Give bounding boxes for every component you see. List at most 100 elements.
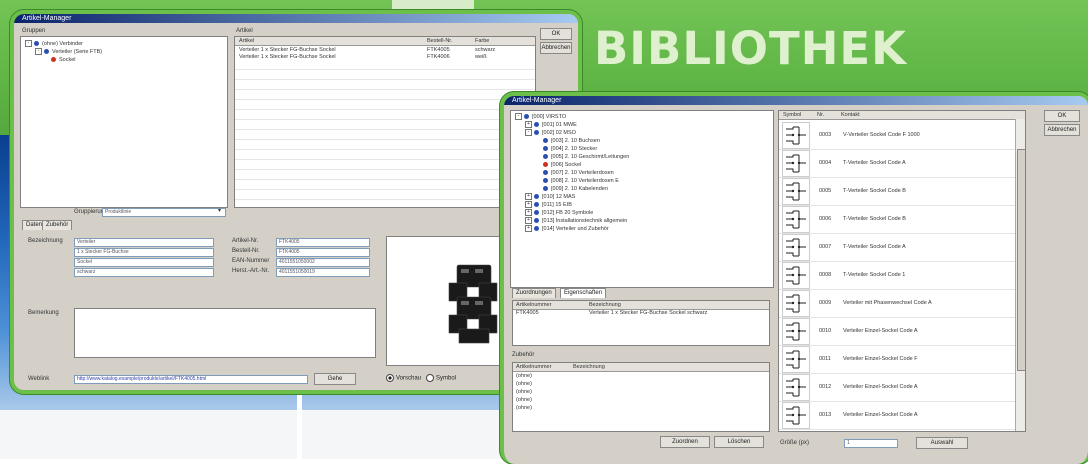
designation-field-3[interactable]: Sockel: [74, 258, 214, 267]
list-item[interactable]: (ohne): [516, 373, 566, 380]
expand-icon[interactable]: +: [525, 201, 532, 209]
column-header[interactable]: Artikelnummer: [516, 301, 551, 309]
list-item[interactable]: (ohne): [516, 405, 566, 412]
tree-item[interactable]: [005] 2. 10 Geschirmt/Leitungen: [543, 153, 629, 161]
tree-item[interactable]: [009] 2. 10 Kabelenden: [543, 185, 608, 193]
column-header[interactable]: Symbol: [783, 111, 801, 119]
circuit-symbol-icon: [782, 206, 810, 233]
folder-icon: [543, 178, 548, 184]
column-header[interactable]: Bezeichnung: [573, 363, 605, 371]
collapse-icon[interactable]: -: [525, 129, 532, 137]
remark-textarea[interactable]: [74, 308, 376, 358]
ok-button[interactable]: OK: [1044, 110, 1080, 122]
column-header[interactable]: Nr.: [817, 111, 824, 119]
collapse-icon[interactable]: -: [515, 113, 522, 121]
tree-item-selected[interactable]: [006] Sockel: [543, 161, 581, 169]
symbol-description: Verteiler mit Phasenwechsel Code A: [843, 300, 932, 306]
column-header[interactable]: Bestell-Nr.: [427, 37, 452, 45]
column-header-row: Symbol Nr. Kontakt: [779, 111, 1025, 120]
tree-item[interactable]: - [000] VIRSTO: [515, 113, 566, 121]
assign-button[interactable]: Zuordnen: [660, 436, 710, 448]
cancel-button[interactable]: Abbrechen: [540, 42, 572, 54]
symbol-row[interactable]: 0012 Verteiler Einzel-Sockel Code A: [779, 373, 1015, 402]
tree-item[interactable]: [003] 2. 10 Buchsen: [543, 137, 600, 145]
assignment-table[interactable]: Artikelnummer Bezeichnung FTK4005 Vertei…: [512, 300, 770, 346]
group-icon: [34, 41, 39, 47]
category-tree[interactable]: - [000] VIRSTO + [001] 01 MWE - [002] 02 MS…: [510, 110, 774, 288]
collapse-icon[interactable]: -: [35, 48, 42, 56]
tab-assignments[interactable]: Zuordnungen: [512, 288, 556, 298]
tree-item[interactable]: [007] 2. 10 Verteilerdosen: [543, 169, 614, 177]
column-header[interactable]: Artikelnummer: [516, 363, 551, 371]
tree-header: Gruppen: [22, 28, 46, 34]
symbol-table[interactable]: Symbol Nr. Kontakt 0003 V-Verteiler Socke…: [778, 110, 1026, 432]
symbol-row[interactable]: 0010 Verteiler Einzel-Sockel Code A: [779, 317, 1015, 346]
tree-item[interactable]: - Verteiler (Serie FTB): [35, 48, 102, 56]
symbol-radio[interactable]: Symbol: [426, 374, 456, 382]
symbol-row[interactable]: 0005 T-Verteiler Sockel Code B: [779, 177, 1015, 206]
designation-field-4[interactable]: schwarz: [74, 268, 214, 277]
preview-radio[interactable]: Vorschau: [386, 374, 421, 382]
article-table[interactable]: Artikel Bestell-Nr. Farbe Verteiler 1 x …: [234, 36, 536, 208]
tree-item[interactable]: + [001] 01 MWE: [525, 121, 577, 129]
list-item[interactable]: (ohne): [516, 397, 566, 404]
manufacturer-number-field[interactable]: 4011551050019: [276, 268, 370, 277]
symbol-row[interactable]: 0003 V-Verteiler Sockel Code F 1000: [779, 121, 1015, 150]
table-row[interactable]: Verteiler 1 x Stecker FG-Buchse Sockel F…: [239, 54, 529, 61]
symbol-row[interactable]: 0013 Verteiler Einzel-Sockel Code A: [779, 401, 1015, 430]
grouping-select[interactable]: Produktlinie: [102, 208, 226, 217]
ok-button[interactable]: OK: [540, 28, 572, 40]
scrollbar[interactable]: [1015, 119, 1025, 431]
symbol-row[interactable]: 0006 T-Verteiler Sockel Code B: [779, 205, 1015, 234]
symbol-row[interactable]: 0008 T-Verteiler Sockel Code 1: [779, 261, 1015, 290]
circuit-symbol-icon: [782, 122, 810, 149]
tree-item[interactable]: + [012] FB 20 Symbole: [525, 209, 593, 217]
weblink-field[interactable]: http://www.katalog.example/produkte/arti…: [74, 375, 308, 384]
tree-item[interactable]: [008] 2. 10 Verteilerdosen E: [543, 177, 619, 185]
table-row[interactable]: FTK4005 Verteiler 1 x Stecker FG-Buchse …: [516, 310, 766, 317]
symbol-description: T-Verteiler Sockel Code B: [843, 188, 906, 194]
table-row[interactable]: Verteiler 1 x Stecker FG-Buchse Sockel F…: [239, 47, 529, 54]
select-button[interactable]: Auswahl: [916, 437, 968, 449]
list-item[interactable]: (ohne): [516, 389, 566, 396]
list-item[interactable]: (ohne): [516, 381, 566, 388]
tree-item[interactable]: + [014] Verteiler und Zubehör: [525, 225, 609, 233]
tab-properties[interactable]: Eigenschaften: [560, 288, 607, 298]
go-button[interactable]: Gehe: [314, 373, 356, 385]
symbol-row[interactable]: 0011 Verteiler Einzel-Sockel Code F: [779, 345, 1015, 374]
order-number-field[interactable]: FTK4005: [276, 248, 370, 257]
symbol-row[interactable]: 0004 T-Verteiler Sockel Code A: [779, 149, 1015, 178]
column-header[interactable]: Farbe: [475, 37, 489, 45]
column-header[interactable]: Kontakt: [841, 111, 860, 119]
article-number-field[interactable]: FTK4005: [276, 238, 370, 247]
expand-icon[interactable]: +: [525, 225, 532, 233]
tree-item-selected[interactable]: Sockel: [51, 56, 76, 64]
scrollbar-thumb[interactable]: [1017, 149, 1025, 371]
expand-icon[interactable]: +: [525, 121, 532, 129]
group-tree[interactable]: - (ohne) Verbinder - Verteiler (Serie FTB)…: [20, 36, 228, 208]
tree-item[interactable]: + [011] 15 EIB: [525, 201, 572, 209]
tree-item[interactable]: - (ohne) Verbinder: [25, 40, 83, 48]
designation-field-1[interactable]: Verteiler: [74, 238, 214, 247]
accessory-table[interactable]: Artikelnummer Bezeichnung (ohne) (ohne) …: [512, 362, 770, 432]
expand-icon[interactable]: +: [525, 209, 532, 217]
designation-field-2[interactable]: 1 x Stecker FG-Buchse: [74, 248, 214, 257]
ean-field[interactable]: 4011551050002: [276, 258, 370, 267]
tree-item[interactable]: + [013] Installationstechnik allgemein: [525, 217, 627, 225]
tree-item[interactable]: + [010] 12 MAS: [525, 193, 575, 201]
chevron-down-icon[interactable]: ▾: [218, 207, 221, 214]
symbol-row[interactable]: 0009 Verteiler mit Phasenwechsel Code A: [779, 289, 1015, 318]
collapse-icon[interactable]: -: [25, 40, 32, 48]
expand-icon[interactable]: +: [525, 217, 532, 225]
delete-button[interactable]: Löschen: [714, 436, 764, 448]
tree-item[interactable]: [004] 2. 10 Stecker: [543, 145, 597, 153]
symbol-number: 0004: [819, 160, 832, 166]
size-field[interactable]: 1: [844, 439, 898, 448]
tab-accessories[interactable]: Zubehör: [42, 220, 73, 230]
expand-icon[interactable]: +: [525, 193, 532, 201]
column-header[interactable]: Artikel: [239, 37, 254, 45]
symbol-row[interactable]: 0007 T-Verteiler Sockel Code A: [779, 233, 1015, 262]
column-header[interactable]: Bezeichnung: [589, 301, 621, 309]
tree-item[interactable]: - [002] 02 MSO: [525, 129, 576, 137]
cancel-button[interactable]: Abbrechen: [1044, 124, 1080, 136]
